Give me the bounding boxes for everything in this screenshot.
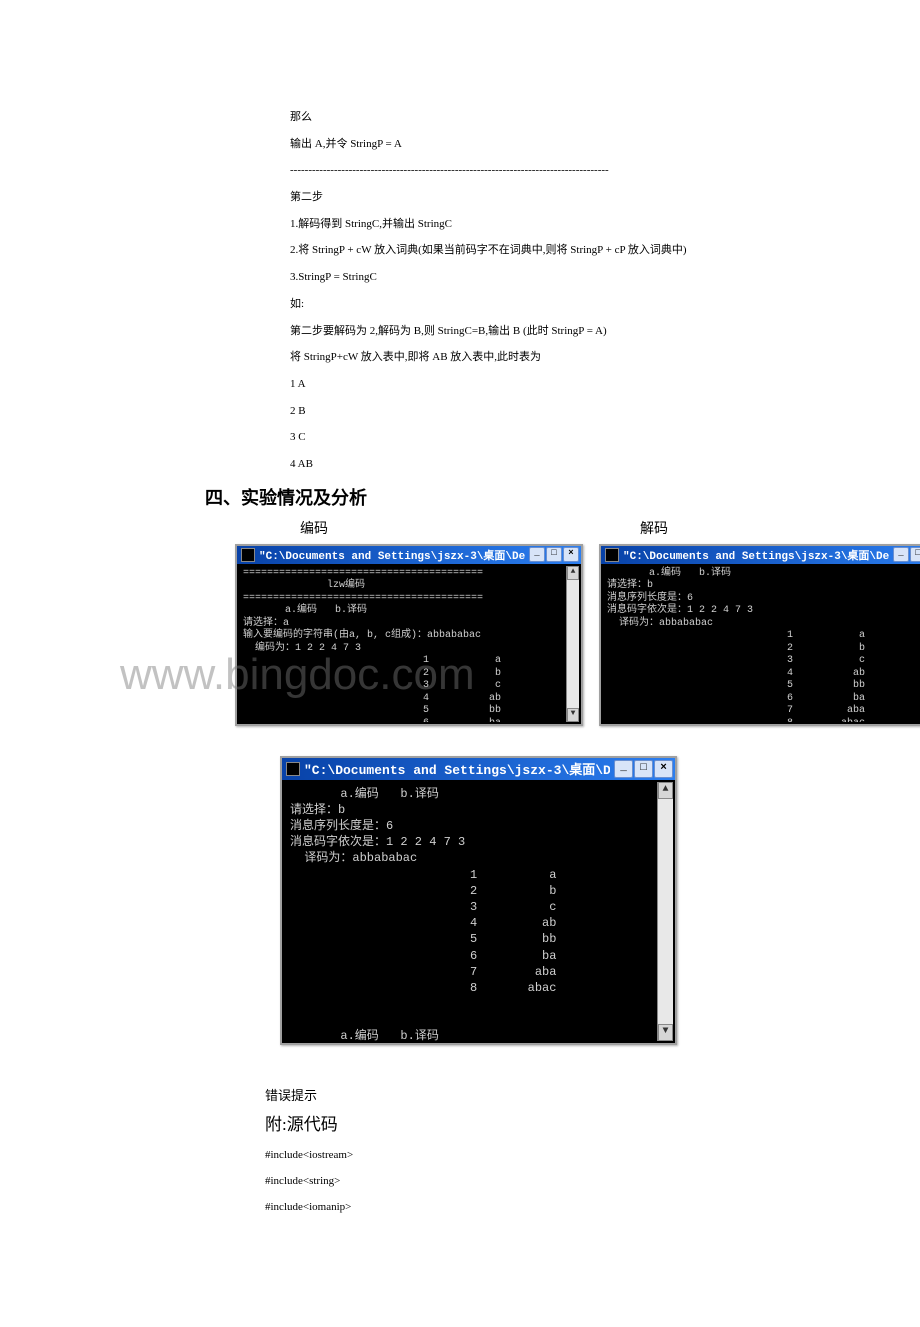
code-line: #include<iostream> xyxy=(265,1149,860,1161)
cmd-icon xyxy=(605,548,619,562)
minimize-button[interactable]: _ xyxy=(614,760,633,778)
scrollbar[interactable]: ▲ ▼ xyxy=(566,566,579,722)
scroll-up-icon[interactable]: ▲ xyxy=(658,782,673,799)
cmd-icon xyxy=(241,548,255,562)
algorithm-text: 那么 输出 A,并令 StringP = A -----------------… xyxy=(290,108,740,474)
console-body: a.编码 b.译码 请选择：b 消息序列长度是：6 消息码字依次是：1 2 2 … xyxy=(284,782,658,1041)
minimize-button[interactable]: _ xyxy=(529,547,545,562)
text-line: 2.将 StringP + cW 放入词典(如果当前码字不在词典中,则将 Str… xyxy=(290,241,740,260)
text-line: 1 A xyxy=(290,375,740,394)
maximize-button[interactable]: □ xyxy=(634,760,653,778)
cmd-icon xyxy=(286,762,300,776)
window-title: "C:\Documents and Settings\jszx-3\桌面\Deb… xyxy=(259,547,525,563)
text-line: 2 B xyxy=(290,402,740,421)
console-encode: "C:\Documents and Settings\jszx-3\桌面\Deb… xyxy=(235,544,583,726)
console-error: "C:\Documents and Settings\jszx-3\桌面\Deb… xyxy=(280,756,677,1045)
minimize-button[interactable]: _ xyxy=(893,547,909,562)
scroll-down-icon[interactable]: ▼ xyxy=(567,708,579,722)
close-button[interactable]: × xyxy=(563,547,579,562)
window-title: "C:\Documents and Settings\jszx-3\桌面\Deb… xyxy=(304,759,610,778)
text-line: 3 C xyxy=(290,428,740,447)
text-line: 将 StringP+cW 放入表中,即将 AB 放入表中,此时表为 xyxy=(290,348,740,367)
maximize-button[interactable]: □ xyxy=(546,547,562,562)
scrollbar[interactable]: ▲ ▼ xyxy=(657,782,673,1041)
titlebar: "C:\Documents and Settings\jszx-3\桌面\Deb… xyxy=(282,758,675,780)
titlebar: "C:\Documents and Settings\jszx-3\桌面\Deb… xyxy=(237,546,581,564)
scroll-down-icon[interactable]: ▼ xyxy=(658,1024,673,1041)
text-line: 那么 xyxy=(290,108,740,127)
console-body: a.编码 b.译码 请选择：b 消息序列长度是：6 消息码字依次是：1 2 2 … xyxy=(603,566,920,722)
close-button[interactable]: × xyxy=(654,760,673,778)
col-header-decode: 解码 xyxy=(640,518,668,538)
column-headers: 编码 解码 xyxy=(300,518,860,538)
text-line: 第二步 xyxy=(290,188,740,207)
footer-block: 错误提示 附:源代码 #include<iostream> #include<s… xyxy=(265,1085,860,1213)
console-decode: "C:\Documents and Settings\jszx-3\桌面\Deb… xyxy=(599,544,920,726)
attachment-heading: 附:源代码 xyxy=(265,1110,860,1135)
titlebar: "C:\Documents and Settings\jszx-3\桌面\Deb… xyxy=(601,546,920,564)
scroll-up-icon[interactable]: ▲ xyxy=(567,566,579,580)
text-line: 如: xyxy=(290,295,740,314)
text-line: 1.解码得到 StringC,并输出 StringC xyxy=(290,215,740,234)
section-heading: 四、实验情况及分析 xyxy=(205,484,860,510)
maximize-button[interactable]: □ xyxy=(910,547,920,562)
text-line: 第二步要解码为 2,解码为 B,则 StringC=B,输出 B (此时 Str… xyxy=(290,322,740,341)
code-line: #include<iomanip> xyxy=(265,1201,860,1213)
col-header-encode: 编码 xyxy=(300,518,620,538)
window-title: "C:\Documents and Settings\jszx-3\桌面\Deb… xyxy=(623,547,889,563)
text-line: 输出 A,并令 StringP = A xyxy=(290,135,740,154)
console-body: ========================================… xyxy=(239,566,567,722)
error-hint-label: 错误提示 xyxy=(265,1085,860,1104)
text-line: 3.StringP = StringC xyxy=(290,268,740,287)
text-line: 4 AB xyxy=(290,455,740,474)
code-line: #include<string> xyxy=(265,1175,860,1187)
text-line: ----------------------------------------… xyxy=(290,161,740,180)
